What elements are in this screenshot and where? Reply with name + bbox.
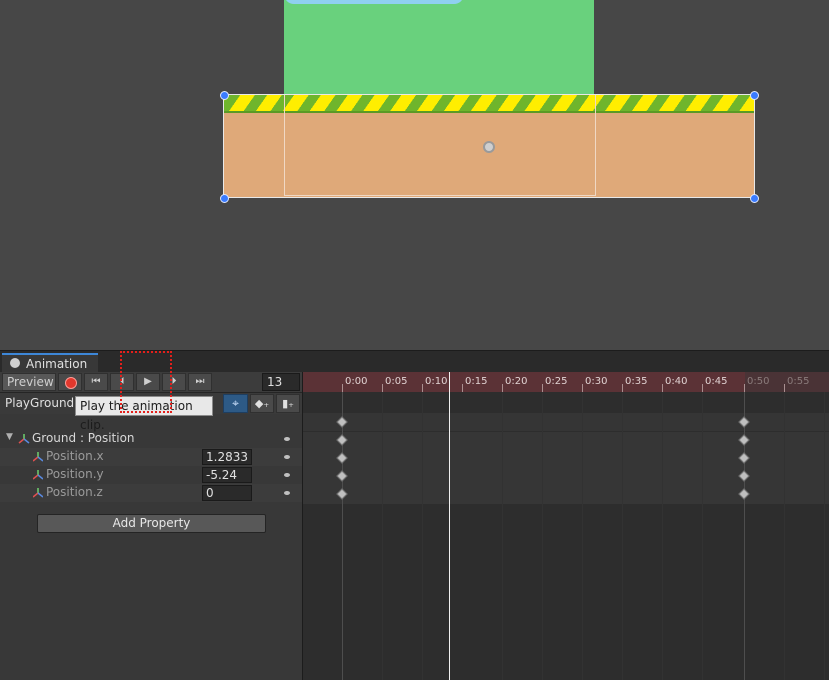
animation-window: Animation Preview ⏮ ⏴ ▶ ⏵ ⏭ 13 PlayGroun… [0,350,829,680]
tick-label: 0:35 [625,376,648,387]
add-event-icon: ▮₊ [282,397,294,410]
property-list: ▼ Ground : Position Position.x 1.2833 Po… [0,414,302,680]
tick-label: 0:50 [747,376,770,387]
tick-label: 0:05 [385,376,408,387]
grid-line [422,392,423,680]
last-key-icon: ⏭ [195,376,205,387]
grid-line [582,392,583,680]
property-label: Position.y [46,467,104,481]
grid-line [702,392,703,680]
grid-line [662,392,663,680]
property-options-icon[interactable] [284,473,290,477]
clock-icon [10,358,20,368]
tick-mark [382,384,383,392]
property-value-field[interactable]: 1.2833 [202,449,252,465]
foldout-arrow-icon[interactable]: ▼ [6,432,13,442]
property-label: Position.x [46,449,104,463]
tick-label: 0:00 [345,376,368,387]
last-key-button[interactable]: ⏭ [188,373,212,391]
property-row-z[interactable]: Position.z 0 [0,484,302,502]
clip-dropdown[interactable]: PlayGround [2,394,76,413]
add-property-button[interactable]: Add Property [37,514,266,533]
pivot-handle[interactable] [483,141,495,153]
tick-label: 0:15 [465,376,488,387]
rect-handle-top-left[interactable] [220,91,229,100]
tick-mark [702,384,703,392]
sky-sprite [284,0,594,96]
scene-view[interactable] [0,0,829,350]
add-event-button[interactable]: ▮₊ [276,394,300,413]
property-row-x[interactable]: Position.x 1.2833 [0,448,302,466]
rect-handle-bottom-left[interactable] [220,194,229,203]
property-options-icon[interactable] [284,491,290,495]
grid-line [622,392,623,680]
transform-icon [18,434,30,444]
tick-label: 0:45 [705,376,728,387]
first-key-icon: ⏮ [91,376,101,387]
record-icon [65,377,77,389]
property-value-field[interactable]: -5.24 [202,467,252,483]
tick-mark [502,384,503,392]
playhead[interactable] [449,372,450,680]
first-key-button[interactable]: ⏮ [84,373,108,391]
property-options-icon[interactable] [284,455,290,459]
time-ruler[interactable]: 0:00 0:05 0:10 0:15 0:20 0:25 0:30 0:35 … [303,372,829,392]
snap-button[interactable]: ⌖ [223,394,248,413]
play-button-highlight [120,351,172,413]
tick-mark [744,384,745,392]
property-value-field[interactable]: 0 [202,485,252,501]
grid-line [784,392,785,680]
tick-label: 0:30 [585,376,608,387]
sky-highlight [284,0,464,4]
tick-label: 0:40 [665,376,688,387]
tab-animation[interactable]: Animation [2,353,98,372]
property-group-row[interactable]: ▼ Ground : Position [0,430,302,448]
grid-line [502,392,503,680]
snap-icon: ⌖ [232,396,239,410]
rect-handle-top-right[interactable] [750,91,759,100]
frame-field[interactable]: 13 [262,373,300,391]
tick-mark [462,384,463,392]
tick-mark [622,384,623,392]
grid-line [824,392,825,680]
property-label: Position.z [46,485,103,499]
property-group-options-icon[interactable] [284,437,290,441]
tick-label: 0:55 [787,376,810,387]
transform-icon [33,452,43,462]
tick-mark [582,384,583,392]
add-keyframe-icon: ◆₊ [254,397,270,410]
camera-bounds [284,95,596,196]
preview-button[interactable]: Preview [2,373,56,391]
next-key-icon: ⏵ [171,376,177,387]
tick-label: 0:10 [425,376,448,387]
tick-mark [342,384,343,392]
dopesheet[interactable]: 0:00 0:05 0:10 0:15 0:20 0:25 0:30 0:35 … [302,372,829,680]
transform-icon [33,470,43,480]
add-keyframe-button[interactable]: ◆₊ [250,394,274,413]
grid-line [542,392,543,680]
tick-mark [422,384,423,392]
tick-mark [662,384,663,392]
transform-icon [33,488,43,498]
tick-label: 0:25 [545,376,568,387]
rect-handle-bottom-right[interactable] [750,194,759,203]
tick-mark [784,384,785,392]
tick-label: 0:20 [505,376,528,387]
tab-label: Animation [26,357,88,371]
record-button[interactable] [58,373,82,391]
tick-mark [542,384,543,392]
property-row-y[interactable]: Position.y -5.24 [0,466,302,484]
grid-line [382,392,383,680]
